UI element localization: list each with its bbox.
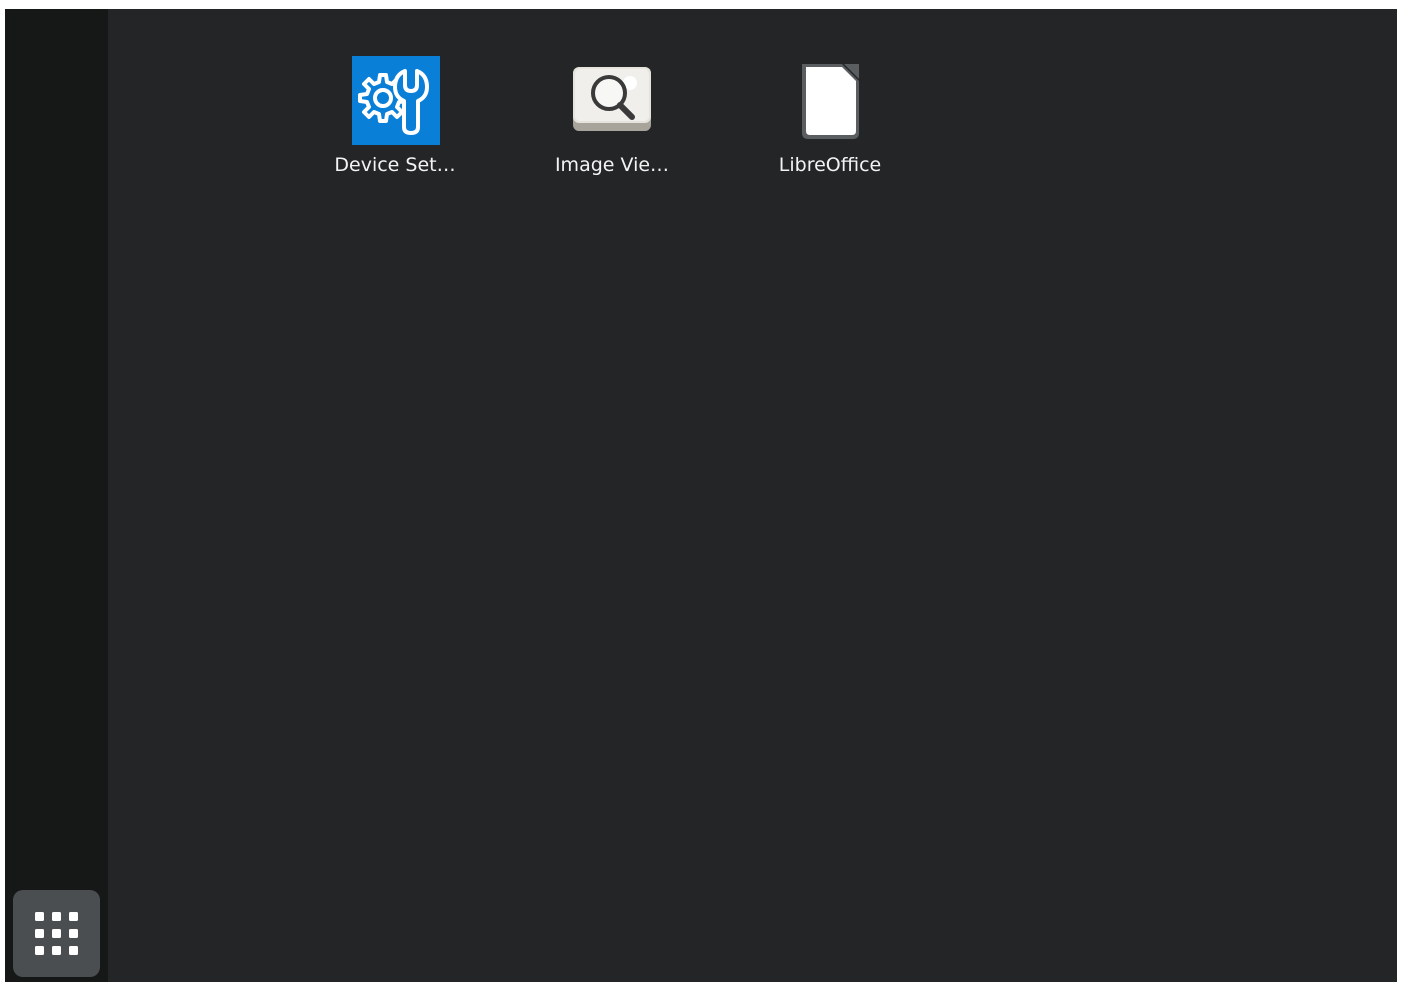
image-viewer-icon	[573, 67, 651, 131]
app-grid-icon	[35, 912, 78, 955]
app-label: Device Set…	[334, 154, 456, 176]
app-image-viewer[interactable]: Image Vie…	[537, 53, 687, 193]
libreoffice-icon	[802, 64, 859, 139]
app-label: Image Vie…	[554, 154, 670, 176]
app-libreoffice[interactable]: LibreOffice	[755, 53, 905, 193]
dock	[5, 9, 108, 982]
app-device-settings[interactable]: Device Set…	[320, 53, 470, 193]
app-label: LibreOffice	[778, 154, 882, 176]
show-applications-button[interactable]	[13, 890, 100, 977]
device-settings-icon	[352, 56, 440, 145]
desktop-screen: Device Set… Image Vie… LibreOffice	[5, 9, 1397, 982]
